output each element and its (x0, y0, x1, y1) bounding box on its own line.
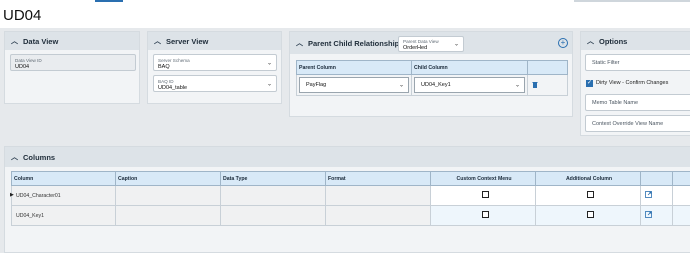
parent-column-value: PayFlag (306, 82, 327, 88)
data-type-cell[interactable] (220, 185, 326, 206)
data-view-id-field: Data View ID UD04 (10, 54, 136, 71)
columns-panel: ︿ Columns Column Caption Data Type Forma… (4, 146, 690, 253)
additional-column-cell[interactable] (535, 185, 641, 206)
data-type-header[interactable]: Data Type (220, 171, 326, 186)
dropdown-caret-icon[interactable]: ⌄ (454, 41, 459, 48)
caption-cell[interactable] (115, 185, 221, 206)
chevron-up-icon[interactable]: ︿ (11, 36, 23, 46)
additional-column-checkbox[interactable] (586, 211, 594, 218)
server-view-panel: ︿ Server View Server Schema BAQ ⌄ BAQ ID… (147, 31, 282, 104)
server-schema-label: Server Schema (158, 58, 190, 63)
parent-column-cell[interactable]: PayFlag ⌄ (296, 74, 412, 96)
baq-id-label: BAQ ID (158, 79, 174, 84)
column-name: UD04_Character01 (16, 192, 61, 199)
top-divider (574, 0, 690, 2)
delete-icon[interactable] (532, 81, 538, 88)
data-type-cell[interactable] (220, 205, 326, 226)
additional-column-header[interactable]: Additional Column (535, 171, 641, 186)
dropdown-caret-icon[interactable]: ⌄ (515, 82, 520, 89)
static-filter-placeholder: Static Filter (592, 59, 620, 66)
child-column-cell[interactable]: UD04_Key1 ⌄ (411, 74, 528, 96)
custom-context-menu-checkbox[interactable] (481, 211, 489, 218)
data-view-panel: ︿ Data View Data View ID UD04 (4, 31, 140, 104)
context-override-input[interactable]: Context Override View Name (585, 115, 690, 132)
options-header[interactable]: ︿ Options (581, 32, 690, 50)
memo-table-input[interactable]: Memo Table Name (585, 94, 690, 111)
row-indicator-icon: ▶ (10, 192, 14, 198)
custom-context-menu-header[interactable]: Custom Context Menu (430, 171, 536, 186)
additional-column-cell[interactable] (535, 205, 641, 226)
caption-cell[interactable] (115, 205, 221, 226)
format-cell[interactable] (325, 185, 431, 206)
checkbox-checked-icon[interactable]: ✓ (586, 79, 593, 87)
child-column-value: UD04_Key1 (421, 82, 451, 88)
column-cell[interactable]: ▶ UD04_Character01 (10, 185, 116, 206)
column-cell[interactable]: UD04_Key1 (11, 205, 116, 226)
parent-column-header[interactable]: Parent Column (296, 60, 412, 75)
add-icon[interactable]: + (558, 38, 568, 48)
dropdown-caret-icon[interactable]: ⌄ (267, 59, 272, 66)
action-header (640, 171, 673, 186)
extra-cell (672, 205, 690, 226)
server-view-header[interactable]: ︿ Server View (148, 32, 281, 50)
table-row[interactable]: UD04_Key1 (11, 205, 690, 226)
server-view-title: Server View (166, 36, 209, 46)
delete-cell[interactable] (527, 74, 568, 96)
chevron-up-icon[interactable]: ︿ (587, 36, 599, 46)
open-cell[interactable] (640, 205, 673, 226)
child-column-select[interactable]: UD04_Key1 ⌄ (414, 77, 525, 93)
static-filter-input[interactable]: Static Filter (585, 54, 690, 71)
format-header[interactable]: Format (325, 171, 431, 186)
relationship-grid: Parent Column Child Column PayFlag ⌄ UD0… (296, 60, 568, 96)
page-title: UD04 (3, 7, 42, 24)
parent-child-title: Parent Child Relationships (308, 38, 404, 48)
extra-header (672, 171, 690, 186)
custom-context-menu-cell[interactable] (430, 185, 536, 206)
columns-title: Columns (23, 152, 56, 162)
dirty-view-checkbox-row[interactable]: ✓ Dirty View - Confirm Changes (586, 78, 668, 88)
child-column-header[interactable]: Child Column (411, 60, 528, 75)
parent-data-view-label: Parent Data View (403, 39, 439, 44)
parent-data-view-select[interactable]: Parent Data View OrderHed ⌄ (398, 36, 464, 52)
parent-data-view-value: OrderHed (403, 45, 428, 51)
baq-id-value: UD04_table (158, 85, 188, 91)
server-schema-select[interactable]: Server Schema BAQ ⌄ (153, 54, 277, 71)
title-bar: UD04 (0, 4, 690, 28)
open-cell[interactable] (640, 185, 673, 206)
chevron-up-icon[interactable]: ︿ (296, 38, 308, 48)
memo-table-placeholder: Memo Table Name (592, 99, 639, 106)
format-cell[interactable] (325, 205, 431, 226)
parent-column-select[interactable]: PayFlag ⌄ (299, 77, 409, 93)
dropdown-caret-icon[interactable]: ⌄ (267, 80, 272, 87)
columns-header[interactable]: ︿ Columns (5, 147, 690, 167)
options-title: Options (599, 36, 628, 46)
data-view-id-label: Data View ID (15, 58, 42, 63)
custom-context-menu-cell[interactable] (430, 205, 536, 226)
open-external-icon[interactable] (645, 211, 652, 218)
options-panel: ︿ Options Static Filter ✓ Dirty View - C… (580, 31, 690, 136)
chevron-up-icon[interactable]: ︿ (154, 36, 166, 46)
parent-child-panel: ︿ Parent Child Relationships Parent Data… (289, 31, 573, 117)
column-name: UD04_Key1 (16, 212, 44, 219)
columns-grid: Column Caption Data Type Format Custom C… (10, 171, 690, 226)
additional-column-checkbox[interactable] (586, 191, 594, 198)
server-schema-value: BAQ (158, 64, 170, 70)
extra-cell (672, 185, 690, 206)
data-view-id-value: UD04 (15, 64, 30, 70)
baq-id-select[interactable]: BAQ ID UD04_table ⌄ (153, 75, 277, 92)
chevron-up-icon[interactable]: ︿ (11, 152, 23, 162)
column-header[interactable]: Column (11, 171, 116, 186)
context-override-placeholder: Context Override View Name (592, 120, 664, 127)
data-view-title: Data View (23, 36, 59, 46)
data-view-header[interactable]: ︿ Data View (5, 32, 139, 50)
caption-header[interactable]: Caption (115, 171, 221, 186)
active-tab-indicator (95, 0, 123, 2)
custom-context-menu-checkbox[interactable] (481, 191, 489, 198)
action-column-header (527, 60, 568, 75)
open-external-icon[interactable] (645, 191, 652, 198)
dropdown-caret-icon[interactable]: ⌄ (399, 82, 404, 89)
table-row[interactable]: ▶ UD04_Character01 (10, 185, 690, 206)
dirty-view-label: Dirty View - Confirm Changes (596, 80, 669, 86)
